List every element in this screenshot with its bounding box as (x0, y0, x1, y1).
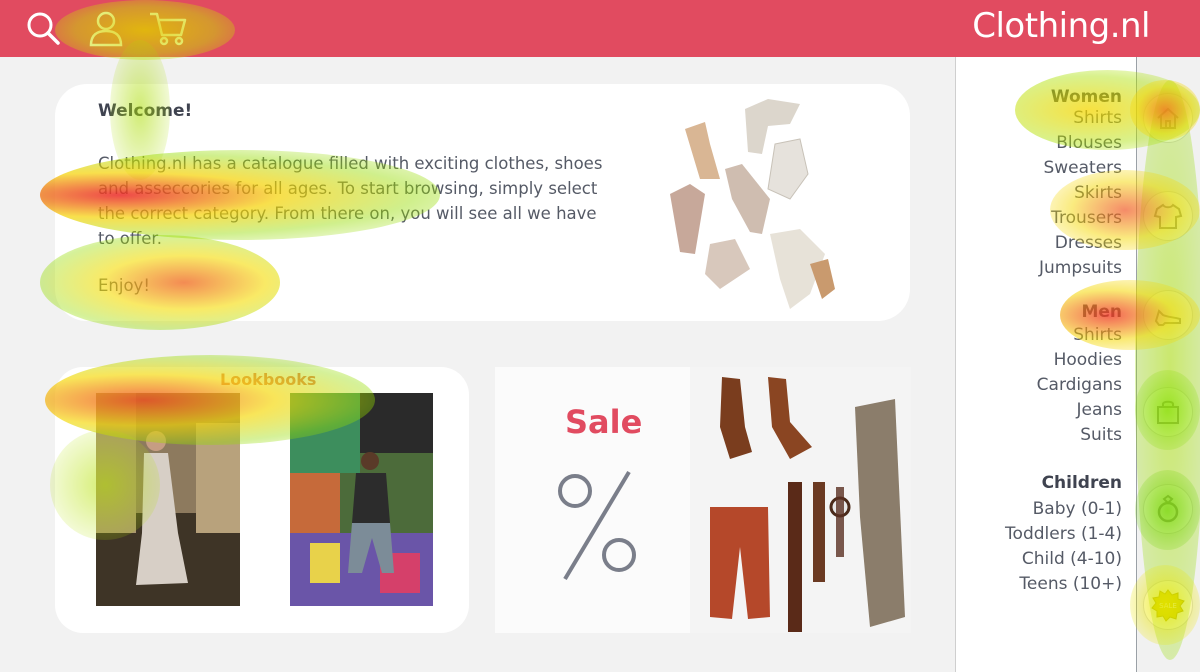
category-sidebar: Women Shirts Blouses Sweaters Skirts Tro… (955, 57, 1137, 672)
bag-icon[interactable] (1143, 387, 1193, 437)
home-icon[interactable] (1143, 93, 1193, 143)
lookbook-title: Lookbooks (220, 370, 317, 389)
lookbook-photo-man[interactable] (290, 393, 433, 606)
sidebar-item-women-skirts[interactable]: Skirts (1074, 183, 1122, 203)
sidebar-item-children-teens[interactable]: Teens (10+) (1019, 574, 1122, 594)
sidebar-item-children-baby[interactable]: Baby (0-1) (1033, 499, 1122, 519)
welcome-text: Clothing.nl has a catalogue filled with … (98, 154, 603, 248)
sidebar-item-women-trousers[interactable]: Trousers (1051, 208, 1122, 228)
sidebar-item-children-toddlers[interactable]: Toddlers (1-4) (1005, 524, 1122, 544)
sidebar-item-women-dresses[interactable]: Dresses (1055, 233, 1122, 253)
sale-badge-icon[interactable]: SALE (1143, 580, 1193, 630)
cart-icon[interactable] (147, 7, 189, 49)
category-heading-children[interactable]: Children (1042, 473, 1122, 493)
sidebar-item-children-child[interactable]: Child (4-10) (1022, 549, 1122, 569)
sale-products-image (690, 367, 911, 633)
lookbook-photo-woman[interactable] (96, 393, 240, 606)
sidebar-item-men-cardigans[interactable]: Cardigans (1037, 375, 1122, 395)
sidebar-item-men-suits[interactable]: Suits (1080, 425, 1122, 445)
lookbook-card: Lookbooks (55, 367, 469, 633)
top-bar: Clothing.nl (0, 0, 1200, 57)
shoes-image (650, 84, 880, 321)
welcome-card: Welcome! Clothing.nl has a catalogue fil… (55, 84, 910, 321)
category-heading-men[interactable]: Men (1081, 302, 1122, 322)
main-content: Welcome! Clothing.nl has a catalogue fil… (0, 57, 955, 672)
category-heading-women[interactable]: Women (1051, 87, 1122, 107)
brand-logo[interactable]: Clothing.nl (972, 6, 1150, 46)
sidebar-item-men-hoodies[interactable]: Hoodies (1054, 350, 1122, 370)
welcome-title: Welcome! (98, 101, 193, 121)
sale-badge-text: SALE (1159, 602, 1177, 610)
sidebar-item-women-jumpsuits[interactable]: Jumpsuits (1039, 258, 1122, 278)
user-icon[interactable] (85, 7, 127, 49)
shirt-icon[interactable] (1143, 191, 1193, 241)
percent-icon (558, 470, 636, 581)
sidebar-item-men-shirts[interactable]: Shirts (1073, 325, 1122, 345)
shoe-icon[interactable] (1143, 290, 1193, 340)
search-icon[interactable] (22, 7, 64, 49)
sidebar-item-women-blouses[interactable]: Blouses (1056, 133, 1122, 153)
sidebar-item-women-shirts[interactable]: Shirts (1073, 108, 1122, 128)
ring-icon[interactable] (1143, 484, 1193, 534)
sidebar-item-men-jeans[interactable]: Jeans (1076, 400, 1122, 420)
sale-banner[interactable]: Sale (495, 367, 911, 633)
welcome-closing: Enjoy! (98, 276, 150, 295)
category-icon-bar: SALE (1138, 57, 1200, 672)
sidebar-item-women-sweaters[interactable]: Sweaters (1043, 158, 1122, 178)
sale-title: Sale (565, 403, 643, 441)
